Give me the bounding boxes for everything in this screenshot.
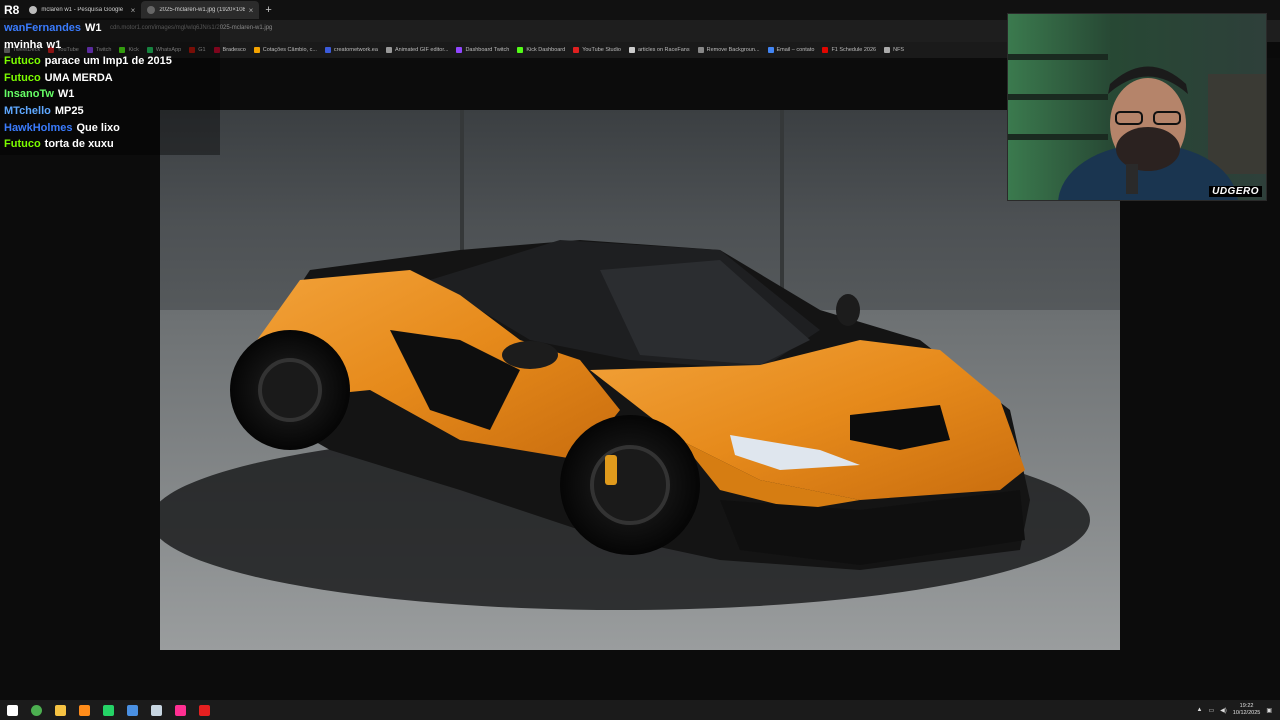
car-image[interactable] [160,110,1120,650]
chat-text: Que lixo [76,121,120,134]
chat-username[interactable]: Futuco [4,55,41,67]
chat-username[interactable]: Futuco [4,138,41,150]
system-tray: ▲ ▭ ◀) 19:22 10/12/2025 ▣ [1197,700,1280,720]
app-orange-icon[interactable] [72,700,96,720]
chat-username[interactable]: MTchello [4,105,51,117]
chevron-up-icon[interactable]: ▲ [1197,707,1203,713]
chat-text: W1 [57,88,75,101]
bookmark-favicon-icon [573,47,580,53]
channel-brand: R8 [4,3,20,17]
webcam-overlay: UDGERO [1007,13,1267,201]
chat-text: UMA MERDA [44,71,113,84]
tab-google-search[interactable]: mclaren w1 - Pesquisa Google × [23,1,141,19]
stream-chat-overlay: wanFernandes W1 mvinha w1 Futuco parace um Im… [0,18,220,155]
bookmark-item[interactable]: Remove Backgroun... [697,47,760,53]
bookmark-label: Bradesco [222,47,246,53]
bookmark-label: Animated GIF editor... [394,47,449,53]
bookmark-label: Kick Dashboard [526,47,566,53]
bookmark-item[interactable]: F1 Schedule 2026 [822,47,876,53]
bookmark-label: Email – contato [776,47,815,53]
bookmark-favicon-icon [884,47,891,53]
bookmark-item[interactable]: Kick Dashboard [517,47,565,53]
bookmark-item[interactable]: YouTube Studio [573,47,621,53]
app-pink-icon[interactable] [168,700,192,720]
bookmark-favicon-icon [324,47,331,53]
chat-message: Futuco UMA MERDA [4,70,216,87]
chat-message: Futuco parace um Imp1 de 2015 [4,53,216,70]
chat-text: torta de xuxu [44,138,114,151]
chat-message: InsanoTw W1 [4,86,216,103]
bookmark-item[interactable]: Cotações Câmbio, c... [253,47,317,53]
chat-text: W1 [85,22,102,34]
mclaren-w1-photo [160,110,1120,650]
tab-title: mclaren w1 - Pesquisa Google [41,7,124,13]
tab-image[interactable]: 2025-mclaren-w1.jpg (1920×1080) × [141,1,260,19]
image-favicon-icon [147,6,156,14]
close-tab-icon[interactable]: × [131,6,136,15]
app-blue-icon[interactable] [120,700,144,720]
chat-message: Futuco torta de xuxu [4,136,216,153]
network-icon[interactable]: ▭ [1209,707,1215,714]
whatsapp-icon[interactable] [96,700,120,720]
clock-date: 10/12/2025 [1232,710,1261,716]
google-favicon-icon [29,6,38,14]
bookmark-label: F1 Schedule 2026 [831,47,877,53]
bookmark-favicon-icon [628,47,635,53]
tab-title: 2025-mclaren-w1.jpg (1920×1080) [159,7,245,13]
chat-text: parace um Imp1 de 2015 [44,55,172,68]
bookmark-favicon-icon [253,47,260,53]
bookmark-item[interactable]: Dashboard Twitch [456,47,509,53]
new-tab-button[interactable]: + [259,4,277,16]
windows-taskbar [0,700,1280,720]
bookmark-item[interactable]: articles on RaceFans [628,47,690,53]
bookmark-label: Remove Backgroun... [706,47,760,53]
bookmark-favicon-icon [767,47,774,53]
bookmark-item[interactable]: Email – contato [767,47,815,53]
chat-text: w1 [46,38,62,51]
bookmark-label: Cotações Câmbio, c... [262,47,317,53]
chat-username[interactable]: mvinha [4,39,43,51]
app-red-icon[interactable] [192,700,216,720]
bookmark-label: NFS [893,47,905,53]
chat-username[interactable]: HawkHolmes [4,122,72,134]
windows-start-icon[interactable] [0,700,24,720]
bookmark-label: YouTube Studio [582,47,621,53]
volume-icon[interactable]: ◀) [1220,707,1227,714]
chat-username[interactable]: Futuco [4,72,41,84]
screen: R8 mclaren w1 - Pesquisa Google × 2025-m… [0,0,1280,720]
streamer-webcam-feed [1008,14,1266,200]
file-explorer-icon[interactable] [48,700,72,720]
chat-text: MP25 [54,104,84,117]
clock[interactable]: 19:22 10/12/2025 [1233,703,1261,717]
bookmark-label: creatornetwork.ea [333,47,378,53]
chat-username[interactable]: InsanoTw [4,88,54,100]
steam-icon[interactable] [144,700,168,720]
chat-username[interactable]: wanFernandes [4,22,81,34]
bookmark-label: articles on RaceFans [637,47,690,53]
bookmark-favicon-icon [456,47,463,53]
bookmark-item[interactable]: NFS [884,47,904,53]
bookmark-favicon-icon [517,47,524,53]
close-tab-icon[interactable]: × [249,6,254,15]
streamer-logo: UDGERO [1209,186,1262,197]
bookmark-favicon-icon [822,47,829,53]
bookmark-item[interactable]: creatornetwork.ea [324,47,378,53]
chat-message: mvinha w1 [4,37,216,54]
notification-icon[interactable]: ▣ [1266,707,1272,714]
bookmark-item[interactable]: Animated GIF editor... [385,47,449,53]
chat-message: MTchello MP25 [4,103,216,120]
bookmark-favicon-icon [385,47,392,53]
chrome-icon[interactable] [24,700,48,720]
clock-time: 19:22 [1239,703,1254,709]
bookmark-favicon-icon [697,47,704,53]
chat-message: wanFernandes W1 [4,20,216,37]
chat-message: HawkHolmes Que lixo [4,120,216,137]
bookmark-label: Dashboard Twitch [465,47,510,53]
